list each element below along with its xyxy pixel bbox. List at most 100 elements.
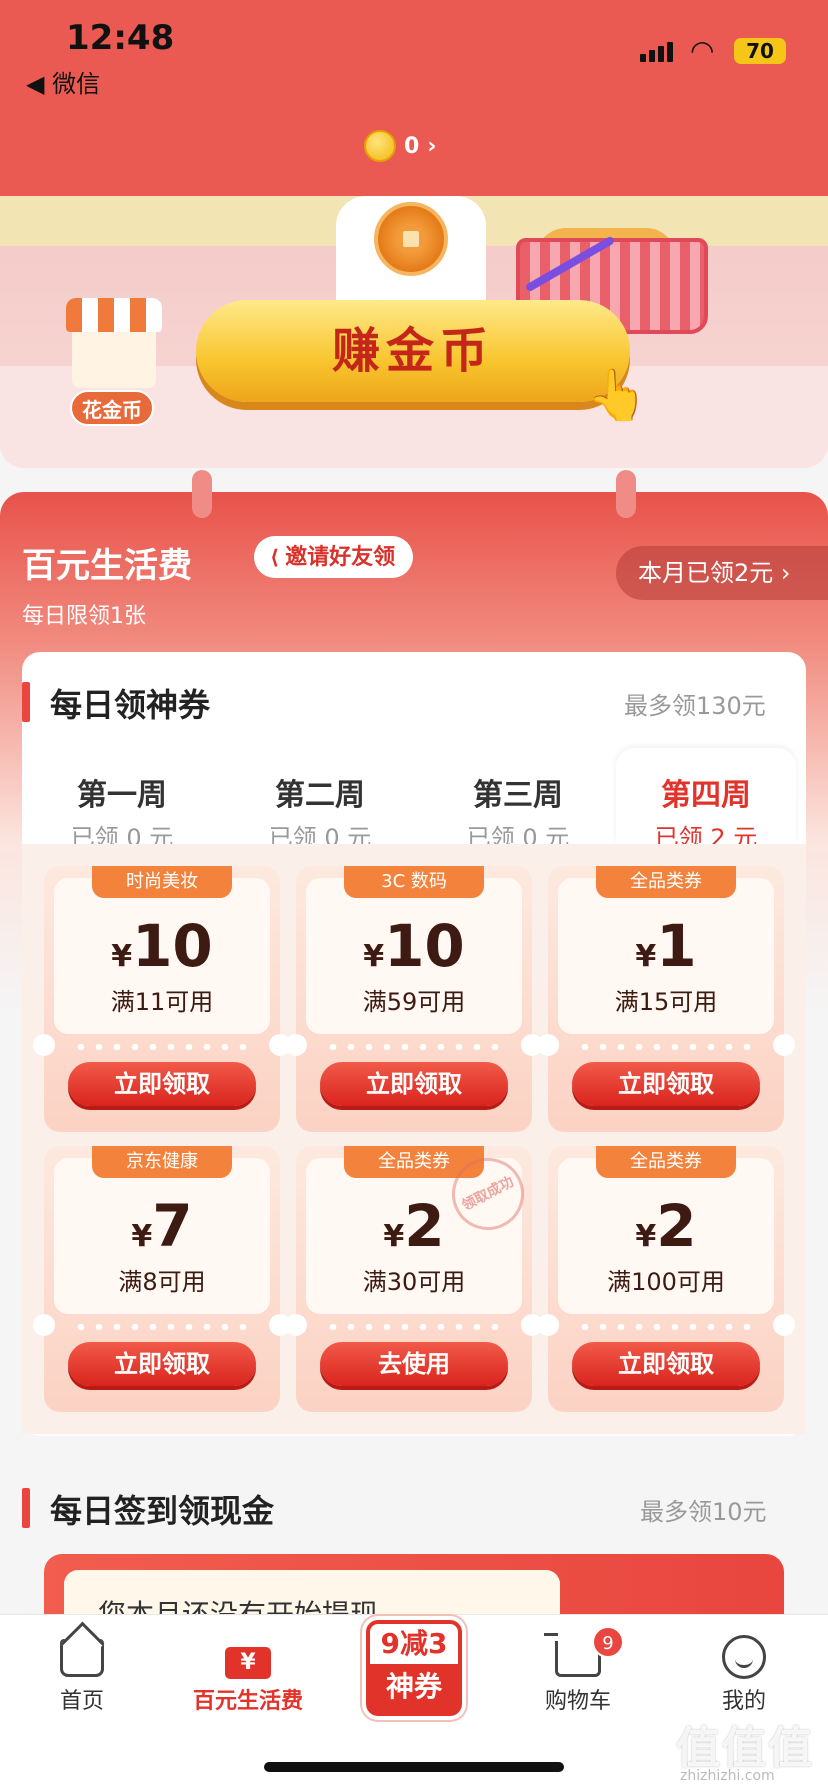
coupon-perforation: [72, 1044, 252, 1050]
tab-week-1[interactable]: 第一周 已领 0 元: [32, 748, 212, 852]
coupon-condition: 满8可用: [118, 1268, 206, 1296]
coupon-category-tag: 全品类券: [596, 1146, 736, 1178]
yen-sign: ¥: [363, 939, 385, 974]
tab-me[interactable]: 我的: [674, 1629, 814, 1715]
tab-life-fee[interactable]: ¥ 百元生活费: [178, 1629, 318, 1715]
hanging-cord-right: [616, 470, 636, 518]
coupon-condition: 满11可用: [110, 988, 214, 1016]
coupon-notch: [537, 1314, 559, 1336]
hanging-cord-left: [192, 470, 212, 518]
coupon-notch: [285, 1314, 307, 1336]
week-name: 第四周: [661, 778, 751, 813]
coupon-amount: ¥10: [296, 912, 532, 980]
tab-home-label: 首页: [59, 1689, 104, 1714]
tab-cart[interactable]: 购物车: [508, 1629, 648, 1715]
section-marker: [22, 682, 30, 722]
coupon-perforation: [72, 1324, 252, 1330]
shop-awning: [66, 298, 162, 332]
claim-coupon-button[interactable]: 立即领取: [68, 1342, 256, 1386]
tab-week-4[interactable]: 第四周 已领 2 元: [616, 748, 796, 852]
wifi-icon: ◠: [690, 34, 715, 67]
cart-icon-wrap: [508, 1629, 648, 1683]
coupon-notch: [285, 1034, 307, 1056]
coupon-value: 1: [656, 912, 697, 980]
coupon-card: 全品类券 ¥2 满100可用 立即领取: [537, 1146, 795, 1412]
coupon-perforation: [576, 1324, 756, 1330]
earn-coins-button[interactable]: 赚金币: [196, 300, 630, 402]
coupon-value: 10: [384, 912, 465, 980]
coupon-value: 10: [132, 912, 213, 980]
status-time: 12:48: [66, 18, 175, 58]
ticket-icon-wrap: ¥: [178, 1629, 318, 1683]
claim-coupon-button[interactable]: 立即领取: [68, 1062, 256, 1106]
coupon-grid: 时尚美妆 ¥10 满11可用 立即领取 3C 数码 ¥10 满59可用 立即领取…: [22, 844, 806, 1434]
home-icon: [60, 1639, 104, 1677]
chevron-right-icon: ›: [427, 133, 437, 159]
invite-label: 邀请好友领: [285, 545, 396, 570]
coupon-notch: [33, 1314, 55, 1336]
coupon-card: 全品类券 ¥1 满15可用 立即领取: [537, 866, 795, 1132]
coupon-notch: [773, 1314, 795, 1336]
claim-coupon-button[interactable]: 立即领取: [320, 1062, 508, 1106]
yen-sign: ¥: [635, 939, 657, 974]
coupon-amount: ¥7: [44, 1192, 280, 1260]
coupon-category-tag: 时尚美妆: [92, 866, 232, 898]
claim-coupon-button[interactable]: 立即领取: [572, 1062, 760, 1106]
tab-week-2[interactable]: 第二周 已领 0 元: [230, 748, 410, 852]
battery-icon: 70: [734, 38, 786, 64]
coupon-condition: 满59可用: [362, 988, 466, 1016]
coupon-condition: 满100可用: [607, 1268, 725, 1296]
promo-bottom-text: 神券: [385, 1670, 442, 1703]
coupon-amount: ¥10: [44, 912, 280, 980]
back-to-wechat-link[interactable]: ◀ 微信: [26, 64, 100, 99]
tab-week-3[interactable]: 第三周 已领 0 元: [428, 748, 608, 852]
promo-coupon-button[interactable]: 9减3 神券: [366, 1620, 462, 1716]
shop-icon[interactable]: [66, 298, 162, 390]
week-tabs: 第一周 已领 0 元 第二周 已领 0 元 第三周 已领 0 元 第四周 已领 …: [22, 748, 806, 852]
pointing-hand-icon: 👆: [586, 366, 649, 424]
daily-signin-title: 每日签到领现金: [50, 1492, 275, 1530]
coupon-category-tag: 京东健康: [92, 1146, 232, 1178]
tab-home[interactable]: 首页: [12, 1629, 152, 1715]
coupon-card: 京东健康 ¥7 满8可用 立即领取: [33, 1146, 291, 1412]
watermark-url: zhizhizhi.com: [680, 1768, 775, 1784]
shop-body: [72, 332, 156, 388]
week-name: 第二周: [275, 778, 365, 813]
coupon-perforation: [576, 1044, 756, 1050]
panel-title: 百元生活费: [22, 546, 192, 586]
coupon-amount: ¥2: [296, 1192, 532, 1260]
tab-cart-label: 购物车: [544, 1689, 611, 1714]
coupon-value: 2: [404, 1192, 445, 1260]
coupon-notch: [773, 1034, 795, 1056]
coupon-perforation: [324, 1044, 504, 1050]
coupon-notch: [537, 1034, 559, 1056]
coupon-perforation: [324, 1324, 504, 1330]
coupon-value: 7: [152, 1192, 193, 1260]
yen-sign: ¥: [383, 1219, 405, 1254]
month-claimed-link[interactable]: 本月已领2元 ›: [616, 546, 828, 600]
week-name: 第三周: [473, 778, 563, 813]
use-coupon-button[interactable]: 去使用: [320, 1342, 508, 1386]
coupon-notch: [33, 1034, 55, 1056]
hero-banner: 花金币 赚金币 👆: [0, 196, 828, 468]
ticket-icon: ¥: [225, 1647, 271, 1679]
coupon-category-tag: 3C 数码: [344, 866, 484, 898]
face-icon: [722, 1635, 766, 1679]
claim-coupon-button[interactable]: 立即领取: [572, 1342, 760, 1386]
coupon-amount: ¥1: [548, 912, 784, 980]
yen-sign: ¥: [635, 1219, 657, 1254]
coupon-amount: ¥2: [548, 1192, 784, 1260]
home-indicator: [264, 1762, 564, 1772]
daily-signin-max: 最多领10元: [640, 1498, 767, 1526]
face-icon-wrap: [674, 1629, 814, 1683]
invite-friends-button[interactable]: ⟨ 邀请好友领: [254, 536, 414, 578]
spend-coins-label[interactable]: 花金币: [70, 390, 154, 426]
tab-life-fee-label: 百元生活费: [192, 1689, 303, 1714]
daily-coupon-max: 最多领130元: [624, 692, 766, 720]
coin-balance[interactable]: 0 ›: [364, 130, 436, 162]
coupon-card: 时尚美妆 ¥10 满11可用 立即领取: [33, 866, 291, 1132]
copper-coin-icon: [374, 202, 448, 276]
yen-sign: ¥: [131, 1219, 153, 1254]
yen-sign: ¥: [111, 939, 133, 974]
cellular-signal-icon: [640, 42, 676, 62]
